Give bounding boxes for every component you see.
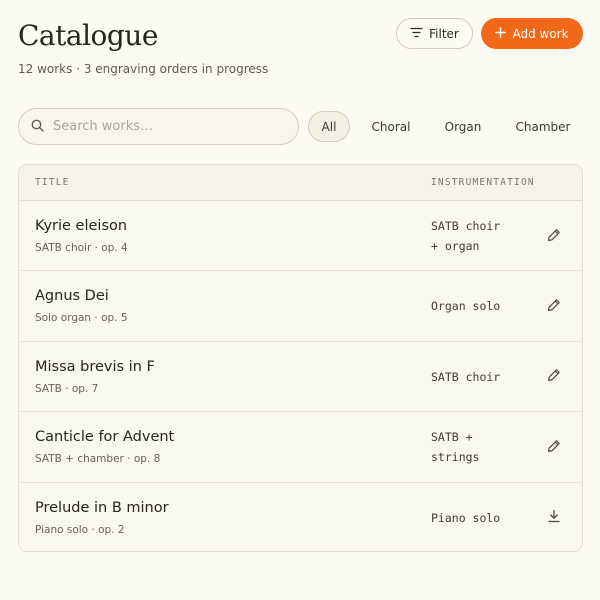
chip-label: Choral (371, 119, 411, 134)
pencil-icon (547, 367, 561, 386)
filter-icon (410, 27, 423, 41)
chip-all[interactable]: All (308, 111, 350, 142)
download-icon (547, 508, 561, 527)
table-row[interactable]: Agnus Dei Solo organ · op. 5 Organ solo (19, 271, 582, 342)
pencil-icon (547, 227, 561, 246)
works-table: TITLE INSTRUMENTATION Kyrie eleison SATB… (18, 164, 583, 552)
column-header-title[interactable]: TITLE (35, 177, 70, 188)
table-header: TITLE INSTRUMENTATION (19, 165, 582, 201)
work-title: Prelude in B minor (35, 499, 169, 516)
pencil-icon (547, 438, 561, 457)
work-meta: Piano solo · op. 2 (35, 523, 125, 536)
chip-label: Chamber (515, 119, 571, 134)
table-row[interactable]: Prelude in B minor Piano solo · op. 2 Pi… (19, 483, 582, 551)
work-meta: SATB + chamber · op. 8 (35, 453, 161, 466)
page-title: Catalogue (18, 19, 158, 52)
page-subtitle: 12 works · 3 engraving orders in progres… (18, 62, 269, 76)
work-instrumentation: SATB choir + organ (431, 219, 501, 253)
download-button[interactable] (545, 509, 563, 527)
work-instrumentation: Organ solo (431, 299, 501, 314)
edit-button[interactable] (545, 438, 563, 456)
work-title: Kyrie eleison (35, 218, 128, 234)
plus-icon (495, 26, 507, 41)
work-title: Missa brevis in F (35, 358, 155, 375)
column-header-instrumentation[interactable]: INSTRUMENTATION (431, 177, 535, 188)
work-title: Canticle for Advent (35, 429, 175, 446)
work-title: Agnus Dei (35, 288, 109, 305)
search-bar[interactable] (18, 108, 299, 145)
table-row[interactable]: Missa brevis in F SATB · op. 7 SATB choi… (19, 342, 582, 413)
table-row[interactable]: Kyrie eleison SATB choir · op. 4 SATB ch… (19, 201, 582, 272)
search-input[interactable] (53, 119, 283, 134)
filter-button[interactable]: Filter (396, 18, 473, 49)
chip-chamber[interactable]: Chamber (508, 111, 578, 142)
work-meta: Solo organ · op. 5 (35, 312, 128, 325)
table-row[interactable]: Canticle for Advent SATB + chamber · op.… (19, 412, 582, 483)
work-meta: SATB · op. 7 (35, 382, 99, 395)
chip-organ[interactable]: Organ (436, 111, 490, 142)
add-work-button[interactable]: Add work (481, 18, 583, 49)
search-icon (31, 117, 44, 136)
filter-label: Filter (429, 26, 459, 41)
work-instrumentation: SATB choir (431, 369, 501, 384)
add-work-label: Add work (512, 26, 569, 41)
edit-button[interactable] (545, 227, 563, 245)
work-instrumentation: SATB + strings (431, 430, 480, 465)
work-meta: SATB choir · op. 4 (35, 242, 128, 254)
pencil-icon (547, 297, 561, 316)
chip-label: Organ (444, 119, 482, 134)
catalogue-page: Catalogue 12 works · 3 engraving orders … (0, 0, 600, 600)
edit-button[interactable] (545, 368, 563, 386)
chip-choral[interactable]: Choral (362, 111, 420, 142)
chip-label: All (321, 119, 337, 134)
edit-button[interactable] (545, 297, 563, 315)
work-instrumentation: Piano solo (431, 510, 501, 525)
